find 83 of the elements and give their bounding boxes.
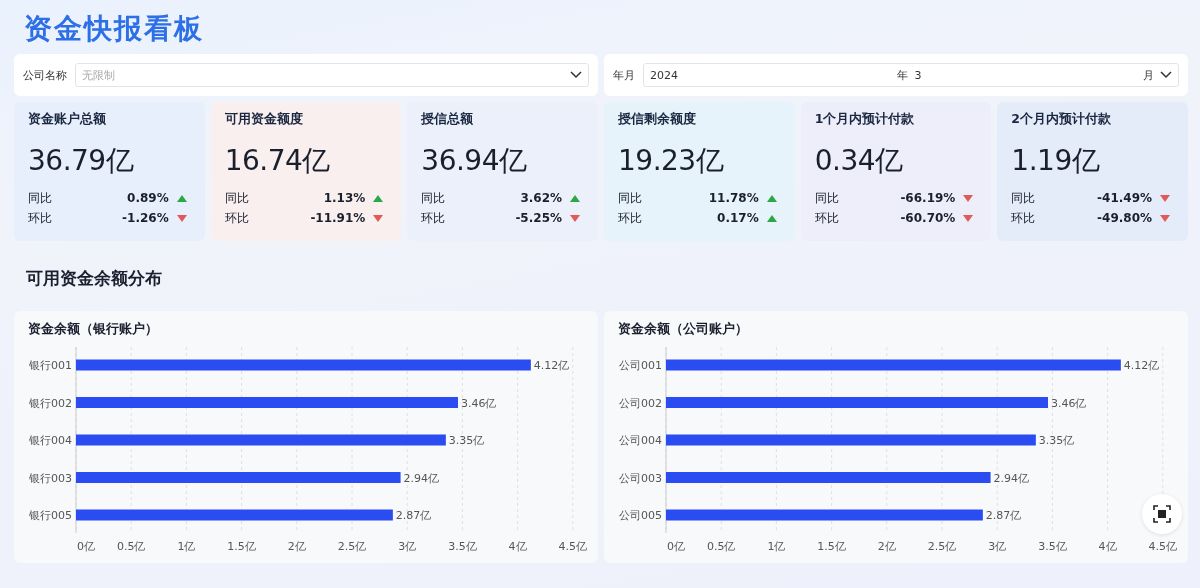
category-label: 银行002 bbox=[29, 396, 72, 410]
kpi-value: 0.34亿 bbox=[814, 143, 904, 179]
kpi-title: 授信总额 bbox=[421, 111, 475, 128]
change-label: 环比 bbox=[28, 209, 53, 227]
kpi-title: 可用资金额度 bbox=[224, 111, 304, 128]
tick-label: 0亿 bbox=[667, 540, 685, 553]
change-label: 环比 bbox=[224, 209, 250, 227]
tick-label: 0亿 bbox=[77, 540, 95, 553]
kpi-value: 1.19亿 bbox=[1011, 143, 1101, 179]
change-value: 3.62% bbox=[520, 191, 562, 205]
value-label: 3.35亿 bbox=[1038, 434, 1075, 447]
value-label: 2.87亿 bbox=[985, 509, 1022, 522]
tick-label: 2亿 bbox=[287, 540, 306, 553]
value-label: 2.94亿 bbox=[993, 471, 1030, 485]
filter-label: 公司名称 bbox=[23, 67, 67, 83]
chart-title: 资金余额（公司账户） bbox=[617, 321, 749, 338]
change-label: 环比 bbox=[421, 209, 447, 227]
category-label: 银行003 bbox=[29, 471, 72, 485]
tick-label: 3.5亿 bbox=[1038, 540, 1067, 553]
tick-label: 4亿 bbox=[508, 540, 527, 553]
tick-label: 1亿 bbox=[767, 540, 786, 553]
tick-label: 1.5亿 bbox=[227, 540, 256, 553]
change-value: -41.49% bbox=[1097, 191, 1153, 205]
change-value: 1.13% bbox=[323, 191, 366, 205]
value-label: 2.87亿 bbox=[395, 509, 432, 522]
change-label: 同比 bbox=[1011, 189, 1037, 207]
category-label: 公司004 bbox=[619, 434, 662, 447]
change-value: -5.25% bbox=[515, 211, 562, 225]
tick-label: 0.5亿 bbox=[706, 540, 736, 553]
kpi-title: 2个月内预计付款 bbox=[1011, 111, 1113, 128]
change-value: -1.26% bbox=[122, 211, 169, 225]
change-value: 0.89% bbox=[127, 191, 169, 205]
value-label: 3.46亿 bbox=[1051, 396, 1087, 410]
chart-title: 资金余额（银行账户） bbox=[27, 321, 159, 338]
tick-label: 4.5亿 bbox=[558, 540, 588, 553]
category-label: 公司005 bbox=[619, 509, 662, 522]
tick-label: 3亿 bbox=[398, 540, 417, 553]
category-label: 银行005 bbox=[29, 509, 72, 522]
change-label: 环比 bbox=[814, 209, 840, 227]
dashboard-title: 资金快报看板 bbox=[23, 11, 204, 44]
tick-label: 4.5亿 bbox=[1148, 540, 1178, 553]
category-label: 银行001 bbox=[29, 359, 72, 372]
change-label: 同比 bbox=[814, 189, 840, 207]
category-label: 银行004 bbox=[29, 434, 72, 447]
kpi-value: 19.23亿 bbox=[618, 143, 725, 179]
change-value: -11.91% bbox=[310, 211, 366, 225]
tick-label: 1亿 bbox=[177, 540, 196, 553]
change-label: 同比 bbox=[618, 189, 643, 207]
tick-label: 4亿 bbox=[1098, 540, 1117, 553]
change-value: 11.78% bbox=[708, 191, 759, 205]
filter-label: 年月 bbox=[613, 67, 635, 83]
value-label: 3.46亿 bbox=[461, 396, 497, 410]
month-picker[interactable]: 2024 年 3 月 bbox=[643, 63, 1179, 87]
tick-label: 2.5亿 bbox=[337, 540, 367, 553]
change-label: 环比 bbox=[1011, 209, 1037, 227]
change-value: -66.19% bbox=[900, 191, 956, 205]
category-label: 公司002 bbox=[619, 396, 662, 410]
value-label: 2.94亿 bbox=[403, 471, 440, 485]
tick-label: 2亿 bbox=[877, 540, 896, 553]
kpi-value: 16.74亿 bbox=[224, 143, 331, 179]
change-label: 同比 bbox=[224, 189, 250, 207]
change-label: 同比 bbox=[421, 189, 447, 207]
kpi-title: 授信剩余额度 bbox=[618, 111, 697, 128]
tick-label: 2.5亿 bbox=[927, 540, 957, 553]
value-label: 3.35亿 bbox=[448, 434, 485, 447]
tick-label: 1.5亿 bbox=[817, 540, 846, 553]
change-value: 0.17% bbox=[717, 211, 759, 225]
section-title: 可用资金余额分布 bbox=[25, 267, 163, 290]
category-label: 公司003 bbox=[619, 471, 662, 485]
kpi-title: 1个月内预计付款 bbox=[814, 111, 916, 128]
value-label: 4.12亿 bbox=[533, 359, 570, 372]
kpi-value: 36.94亿 bbox=[421, 143, 528, 179]
category-label: 公司001 bbox=[619, 359, 662, 372]
tick-label: 3亿 bbox=[988, 540, 1007, 553]
change-label: 同比 bbox=[28, 189, 53, 207]
change-label: 环比 bbox=[618, 209, 643, 227]
kpi-value: 36.79亿 bbox=[28, 143, 135, 179]
tick-label: 0.5亿 bbox=[116, 540, 146, 553]
value-label: 4.12亿 bbox=[1123, 359, 1160, 372]
kpi-title: 资金账户总额 bbox=[28, 111, 107, 128]
tick-label: 3.5亿 bbox=[448, 540, 477, 553]
change-value: -49.80% bbox=[1097, 211, 1153, 225]
change-value: -60.70% bbox=[900, 211, 956, 225]
